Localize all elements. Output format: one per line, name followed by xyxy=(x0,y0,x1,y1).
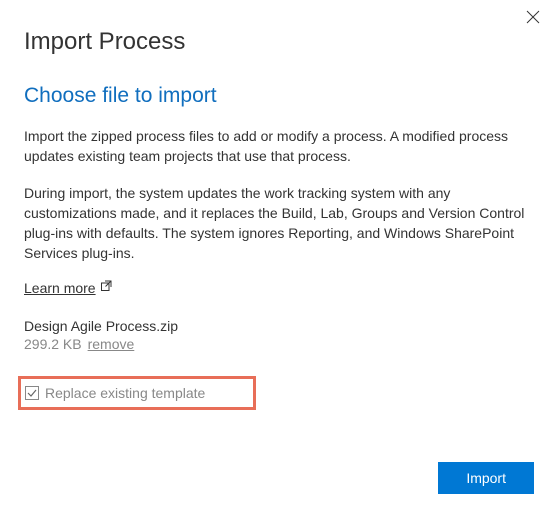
import-button[interactable]: Import xyxy=(438,462,534,494)
intro-paragraph-2: During import, the system updates the wo… xyxy=(24,183,534,264)
close-icon[interactable] xyxy=(526,10,540,28)
dialog-footer: Import xyxy=(438,462,534,494)
learn-more-link[interactable]: Learn more xyxy=(24,280,112,296)
learn-more-label: Learn more xyxy=(24,280,96,296)
file-size: 299.2 KB xyxy=(24,336,82,352)
uploaded-file-name: Design Agile Process.zip xyxy=(24,318,534,334)
intro-paragraph-1: Import the zipped process files to add o… xyxy=(24,126,534,167)
checkbox-label: Replace existing template xyxy=(45,385,205,401)
external-link-icon xyxy=(100,280,112,295)
remove-file-link[interactable]: remove xyxy=(88,336,135,352)
checkbox-icon xyxy=(25,386,39,400)
dialog-subtitle: Choose file to import xyxy=(24,84,534,108)
replace-template-checkbox[interactable]: Replace existing template xyxy=(18,376,256,410)
uploaded-file-meta: 299.2 KB remove xyxy=(24,336,534,352)
dialog-title: Import Process xyxy=(24,28,534,56)
